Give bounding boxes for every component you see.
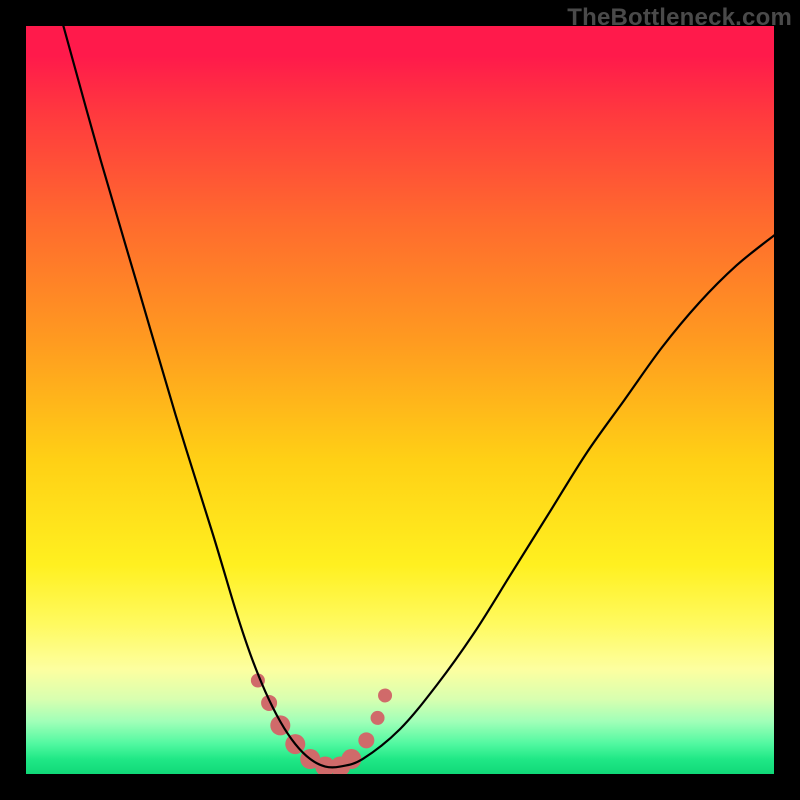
chart-svg [26,26,774,774]
marker-dot [371,711,385,725]
marker-dot [358,732,374,748]
watermark-label: TheBottleneck.com [567,4,792,32]
plot-area [26,26,774,774]
marker-dot [378,688,392,702]
bottleneck-curve-path [63,26,774,767]
outer-frame: TheBottleneck.com [0,0,800,800]
marker-dots-group [251,674,392,775]
